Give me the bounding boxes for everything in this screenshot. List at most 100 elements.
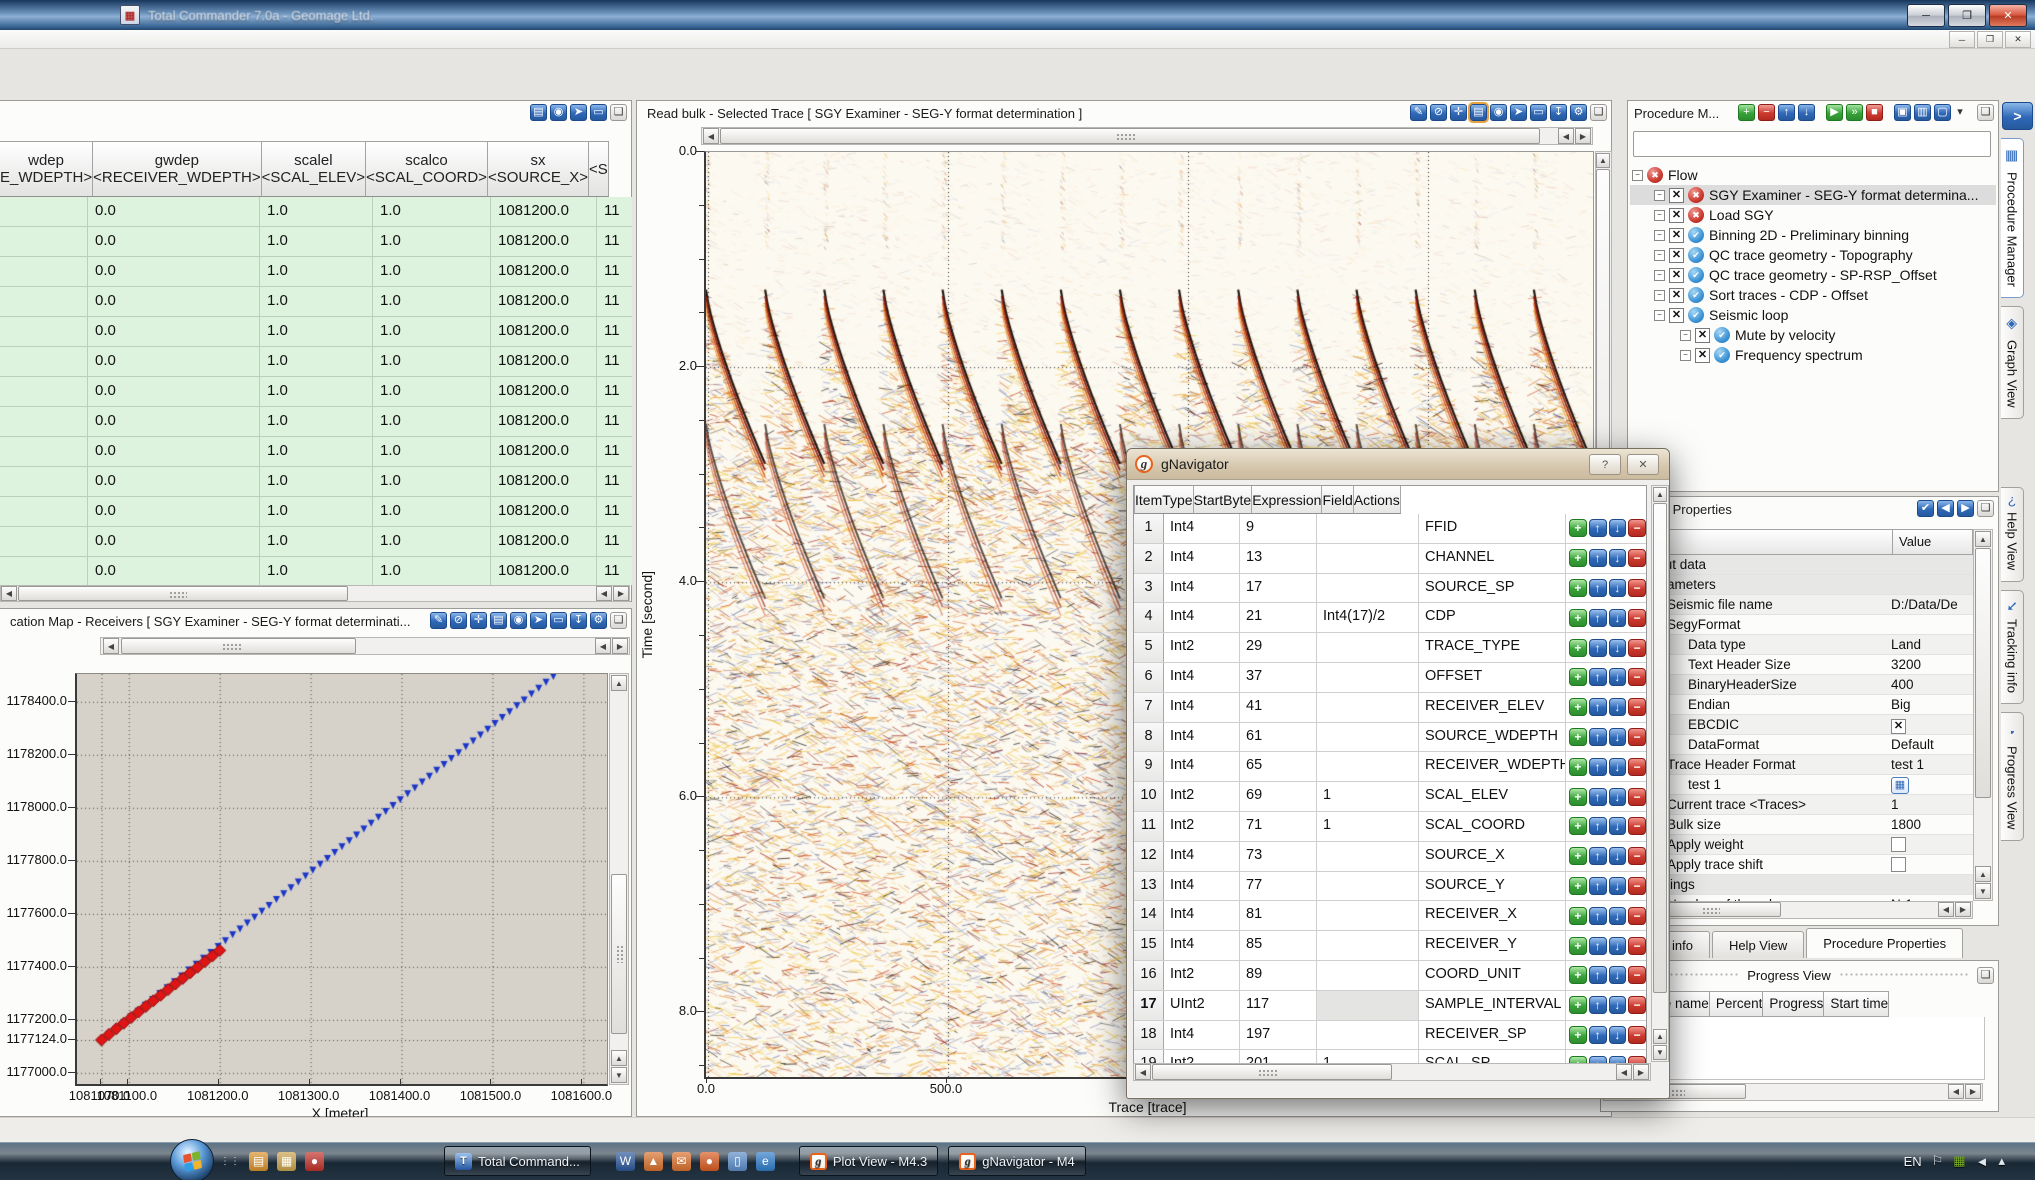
move-up-icon[interactable]: ↑ [1589, 579, 1607, 597]
expression-cell[interactable]: Int4(17)/2 [1317, 603, 1419, 632]
cursor-icon[interactable]: ➤ [1510, 104, 1527, 121]
table-row[interactable]: 0.0 1.0 1.0 1081200.0 11 [0, 197, 632, 227]
row-number[interactable]: 1 [1134, 514, 1164, 543]
gnavigator-row[interactable]: 8 Int4 61 SOURCE_WDEPTH + ↑ ↓ − [1134, 723, 1646, 753]
start-button[interactable] [170, 1139, 214, 1180]
move-up-icon[interactable]: ↑ [1589, 966, 1607, 984]
gnavigator-row[interactable]: 2 Int4 13 CHANNEL + ↑ ↓ − [1134, 544, 1646, 574]
property-value[interactable]: 3200 [1891, 657, 1973, 672]
enabled-checkbox[interactable] [1669, 228, 1684, 243]
gnavigator-row[interactable]: 12 Int4 73 SOURCE_X + ↑ ↓ − [1134, 842, 1646, 872]
expression-cell[interactable] [1317, 663, 1419, 692]
add-row-icon[interactable]: + [1569, 877, 1587, 895]
column-header[interactable]: gwdep <RECEIVER_WDEPTH> [93, 141, 262, 197]
mdi-restore-button[interactable]: ❐ [1977, 31, 2003, 48]
separator[interactable] [1969, 104, 1974, 121]
language-indicator[interactable]: EN [1904, 1154, 1922, 1169]
move-up-icon[interactable]: ↑ [1589, 788, 1607, 806]
float-panel-icon[interactable]: ❏ [1977, 500, 1994, 517]
procedure-tree-item[interactable]: Binning 2D - Preliminary binning [1630, 225, 1996, 245]
delete-row-icon[interactable]: − [1628, 609, 1646, 627]
row-number[interactable]: 13 [1134, 872, 1164, 901]
property-value[interactable] [1891, 715, 1973, 734]
scroll-up-arrow[interactable] [1653, 487, 1667, 502]
scroll-left-arrow[interactable] [1558, 128, 1574, 144]
add-row-icon[interactable]: + [1569, 788, 1587, 806]
gnavigator-row[interactable]: 16 Int2 89 COORD_UNIT + ↑ ↓ − [1134, 961, 1646, 991]
add-row-icon[interactable]: + [1569, 609, 1587, 627]
delete-row-icon[interactable]: − [1628, 668, 1646, 686]
move-up-icon[interactable]: ↑ [1589, 937, 1607, 955]
rect-select-icon[interactable]: ▭ [550, 612, 567, 629]
field-cell[interactable]: SAMPLE_INTERVAL [1419, 991, 1566, 1020]
row-number[interactable]: 18 [1134, 1021, 1164, 1050]
collapse-panel-button[interactable]: > [2002, 102, 2033, 130]
properties-vertical-scrollbar[interactable] [1973, 529, 1993, 901]
add-row-icon[interactable]: + [1569, 639, 1587, 657]
row-number[interactable]: 12 [1134, 842, 1164, 871]
run-icon[interactable]: ▶ [1826, 104, 1843, 121]
note-icon[interactable]: ▤ [530, 104, 547, 121]
scroll-up-arrow[interactable] [1653, 1029, 1667, 1044]
add-row-icon[interactable]: + [1569, 996, 1587, 1014]
scroll-left-arrow[interactable] [103, 638, 119, 654]
float-panel-icon[interactable]: ❏ [610, 104, 627, 121]
move-down-icon[interactable]: ↓ [1609, 668, 1627, 686]
pencil-icon[interactable]: ✎ [1410, 104, 1427, 121]
scroll-left-arrow[interactable] [1616, 1064, 1632, 1080]
scroll-thumb[interactable] [720, 128, 1540, 144]
property-value[interactable]: 400 [1891, 677, 1973, 692]
field-cell[interactable]: RECEIVER_X [1419, 901, 1566, 930]
pan-icon[interactable]: ✛ [470, 612, 487, 629]
item-type-cell[interactable]: Int4 [1164, 872, 1240, 901]
delete-row-icon[interactable]: − [1628, 996, 1646, 1014]
map-vertical-scrollbar[interactable] [609, 673, 629, 1085]
property-value[interactable] [1891, 857, 1973, 873]
property-value[interactable]: 1 [1891, 797, 1973, 812]
row-number[interactable]: 8 [1134, 723, 1164, 752]
dock-tab[interactable]: Procedure Properties [1806, 928, 1963, 958]
cursor-icon[interactable]: ➤ [570, 104, 587, 121]
add-row-icon[interactable]: + [1569, 847, 1587, 865]
property-row[interactable]: BinaryHeaderSize 400 [1638, 675, 1973, 695]
add-row-icon[interactable]: + [1569, 519, 1587, 537]
folder-icon[interactable]: ▤ [249, 1152, 268, 1171]
scroll-up-arrow[interactable] [1975, 531, 1991, 547]
item-type-cell[interactable]: Int4 [1164, 1021, 1240, 1050]
expression-cell[interactable] [1317, 931, 1419, 960]
table-row[interactable]: 0.0 1.0 1.0 1081200.0 11 [0, 347, 632, 377]
row-number[interactable]: 2 [1134, 544, 1164, 573]
field-cell[interactable]: SCAL_COORD [1419, 812, 1566, 841]
delete-row-icon[interactable]: − [1628, 579, 1646, 597]
word-icon[interactable]: W [616, 1152, 635, 1171]
field-cell[interactable]: RECEIVER_Y [1419, 931, 1566, 960]
start-byte-cell[interactable]: 71 [1240, 812, 1317, 841]
row-number[interactable]: 17 [1134, 991, 1164, 1020]
item-type-cell[interactable]: Int4 [1164, 514, 1240, 543]
expression-cell[interactable] [1317, 633, 1419, 662]
properties-horizontal-scrollbar[interactable] [1638, 901, 1973, 919]
start-byte-cell[interactable]: 37 [1240, 663, 1317, 692]
row-number[interactable]: 7 [1134, 693, 1164, 722]
move-up-icon[interactable]: ↑ [1589, 728, 1607, 746]
table-row[interactable]: 0.0 1.0 1.0 1081200.0 11 [0, 407, 632, 437]
move-down-icon[interactable]: ↓ [1609, 847, 1627, 865]
item-type-cell[interactable]: UInt2 [1164, 991, 1240, 1020]
move-down-icon[interactable]: ↓ [1609, 609, 1627, 627]
notes-icon[interactable]: ▲ [644, 1152, 663, 1171]
expander-icon[interactable] [1654, 210, 1665, 221]
dialog-close-button[interactable]: ✕ [1627, 454, 1659, 475]
add-row-icon[interactable]: + [1569, 698, 1587, 716]
row-number[interactable]: 6 [1134, 663, 1164, 692]
note-icon[interactable]: ▤ [1470, 104, 1487, 121]
no-edit-icon[interactable]: ⊘ [1430, 104, 1447, 121]
field-cell[interactable]: TRACE_TYPE [1419, 633, 1566, 662]
map-horizontal-scrollbar[interactable] [100, 637, 630, 655]
delete-row-icon[interactable]: − [1628, 519, 1646, 537]
add-row-icon[interactable]: + [1569, 668, 1587, 686]
property-row[interactable]: test 1 [1638, 775, 1973, 795]
start-byte-cell[interactable]: 85 [1240, 931, 1317, 960]
add-row-icon[interactable]: + [1569, 728, 1587, 746]
gnavigator-column-header[interactable]: Field [1322, 486, 1353, 514]
item-type-cell[interactable]: Int2 [1164, 812, 1240, 841]
